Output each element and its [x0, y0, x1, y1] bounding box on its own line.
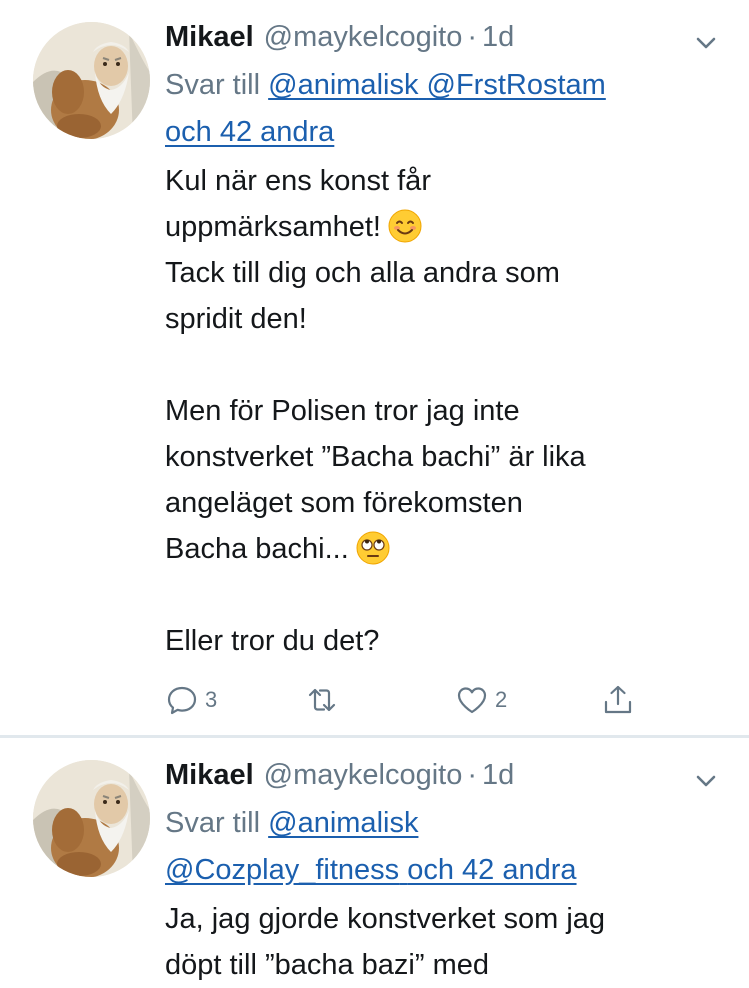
- avatar-illustration: [33, 760, 150, 877]
- tweet-text: Kul när ens konst får uppmärksamhet! Tac…: [165, 158, 719, 664]
- chevron-down-icon[interactable]: [693, 768, 719, 794]
- text-line: Eller tror du det?: [165, 625, 380, 657]
- share-icon: [604, 685, 632, 714]
- reply-button[interactable]: 3: [165, 680, 217, 720]
- retweet-button[interactable]: [305, 680, 345, 720]
- tweet[interactable]: Mikael @maykelcogito · 1d Svar till @ani…: [0, 738, 749, 988]
- reply-context: Svar till @animalisk @FrstRostam och 42 …: [165, 62, 719, 156]
- reply-icon: [167, 686, 197, 715]
- text-line: konstverket ”Bacha bachi” är lika: [165, 441, 586, 473]
- text-line: spridit den!: [165, 303, 307, 335]
- text-line: angeläget som förekomsten: [165, 487, 523, 519]
- author-handle[interactable]: @maykelcogito: [264, 754, 463, 796]
- tweet-actions: 3 2: [165, 680, 645, 720]
- like-button[interactable]: 2: [455, 680, 507, 720]
- eye-roll-emoji-icon: [356, 531, 390, 565]
- tweet-header: Mikael @maykelcogito · 1d: [165, 16, 719, 58]
- text-line: uppmärksamhet!: [165, 204, 719, 250]
- tweet-content: Mikael @maykelcogito · 1d Svar till @ani…: [165, 16, 719, 664]
- avatar-illustration: [33, 22, 150, 139]
- reply-others-link[interactable]: och 42 andra: [165, 116, 334, 148]
- like-count: 2: [495, 687, 508, 712]
- text-line: Men för Polisen tror jag inte: [165, 395, 520, 427]
- tweet-content: Mikael @maykelcogito · 1d Svar till @ani…: [165, 754, 719, 988]
- avatar[interactable]: [33, 22, 150, 139]
- author-name[interactable]: Mikael: [165, 16, 254, 58]
- separator-dot: ·: [467, 21, 478, 53]
- reply-context: Svar till @animalisk @Cozplay_fitness oc…: [165, 800, 719, 894]
- avatar[interactable]: [33, 760, 150, 877]
- heart-icon: [457, 687, 487, 714]
- timestamp[interactable]: 1d: [482, 754, 514, 796]
- share-button[interactable]: [601, 680, 635, 720]
- author-handle[interactable]: @maykelcogito: [264, 16, 463, 58]
- timestamp[interactable]: 1d: [482, 16, 514, 58]
- tweet-header: Mikael @maykelcogito · 1d: [165, 754, 719, 796]
- text-line: [165, 342, 719, 388]
- reply-mention-link[interactable]: @animalisk: [268, 807, 418, 839]
- text-line: döpt till ”bacha bazi” med: [165, 949, 489, 981]
- separator-dot: ·: [467, 759, 478, 791]
- text-line: [165, 572, 719, 618]
- chevron-down-icon[interactable]: [693, 30, 719, 56]
- reply-prefix: Svar till: [165, 807, 261, 839]
- tweet-text: Ja, jag gjorde konstverket som jag döpt …: [165, 896, 719, 988]
- text-line: Tack till dig och alla andra som: [165, 257, 560, 289]
- text-line: Kul när ens konst får: [165, 165, 431, 197]
- text-line: Bacha bachi...: [165, 526, 719, 572]
- reply-mention-link[interactable]: @Cozplay_fitness och 42 andra: [165, 854, 577, 886]
- tweet[interactable]: Mikael @maykelcogito · 1d Svar till @ani…: [0, 0, 749, 735]
- reply-mention-link[interactable]: @animalisk @FrstRostam: [268, 69, 606, 101]
- smiling-face-emoji-icon: [388, 209, 422, 243]
- text-line: Ja, jag gjorde konstverket som jag: [165, 903, 606, 935]
- retweet-icon: [308, 688, 336, 712]
- reply-count: 3: [205, 687, 218, 712]
- author-name[interactable]: Mikael: [165, 754, 254, 796]
- reply-prefix: Svar till: [165, 69, 261, 101]
